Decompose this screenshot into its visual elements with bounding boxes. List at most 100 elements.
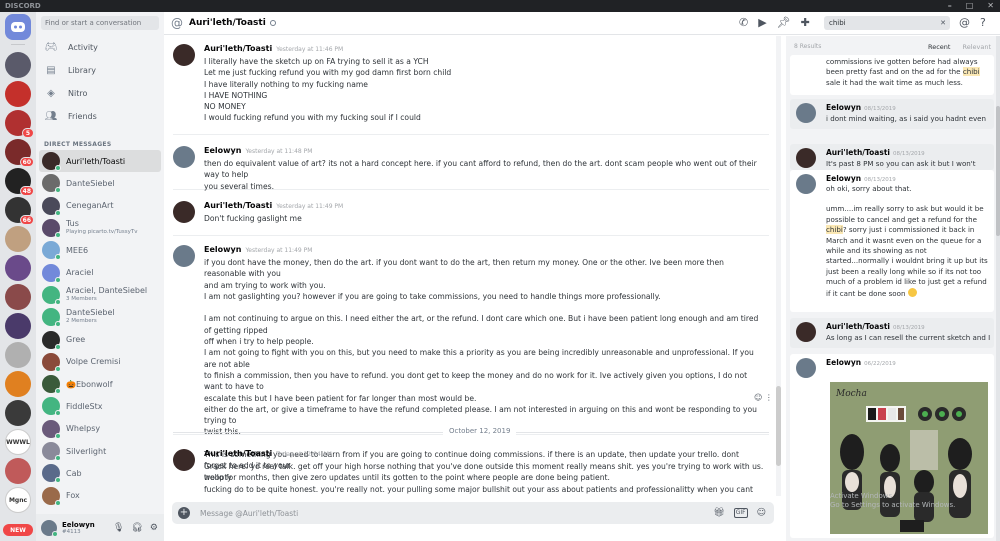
video-icon[interactable]: ▶ [758,16,766,29]
dm-name: Gree [66,335,86,345]
upload-plus-icon[interactable]: + [178,507,190,519]
search-result[interactable]: Eelowyn 08/13/2019 i dont mind waiting, a… [790,99,994,129]
call-icon[interactable]: ✆ [739,16,748,29]
dm-item[interactable]: 🎃Ebonwolf [39,373,161,395]
dm-item[interactable]: Cab [39,462,161,484]
maximize-icon[interactable]: □ [966,0,974,12]
message-actions[interactable]: ☺ ⋮ [754,393,773,402]
server-icon[interactable]: 5 [5,110,34,138]
search-highlight: chibi [962,67,980,77]
status-indicator [55,209,61,216]
server-icon[interactable]: Mgnc [5,487,31,513]
search-result[interactable]: Eelowyn 08/13/2019 oh oki, sorry about th… [790,170,994,312]
message-author[interactable]: Auri'leth/Toasti [204,449,272,458]
server-icon[interactable] [5,81,31,107]
channel-header: @ Auri'leth/Toasti ✆ ▶ 📌︎ ✚ chibi ✕ @ ? [164,12,1000,35]
dm-item[interactable]: Auri'leth/Toasti [39,150,161,173]
server-icon[interactable] [5,458,31,484]
message-composer[interactable]: + Message @Auri'leth/Toasti 🎁︎ GIF ☺ [172,502,774,524]
server-icon[interactable] [5,400,31,426]
clear-search-icon[interactable]: ✕ [940,16,946,30]
message-author[interactable]: Eelowyn [204,245,241,254]
dm-item[interactable]: Fox [39,484,161,506]
avatar[interactable] [173,449,195,471]
tab-recent[interactable]: Recent [928,43,950,51]
gift-icon[interactable]: 🎁︎ [713,508,724,518]
message-input[interactable]: Message @Auri'leth/Toasti [200,509,298,518]
server-icon[interactable] [5,342,31,368]
user-tag: #4113 [62,528,81,535]
server-icon[interactable] [5,52,31,78]
search-input[interactable]: chibi ✕ [824,16,950,30]
server-icon[interactable] [5,255,31,281]
avatar[interactable] [173,201,195,223]
sidebar-item-nitro[interactable]: ◈ Nitro [40,82,160,105]
dm-item[interactable]: DanteSiebel 2 Members [39,306,161,328]
sidebar-item-activity[interactable]: 🎮︎ Activity [40,36,160,59]
avatar[interactable] [41,519,58,537]
status-indicator [55,388,61,395]
gear-icon[interactable]: ⚙ [150,523,158,533]
add-friend-icon[interactable]: ✚ [801,16,810,29]
message-author[interactable]: Eelowyn [204,146,241,155]
search-result[interactable]: Auri'leth/Toasti 08/13/2019 As long as I … [790,318,994,348]
reference-sheet-image[interactable]: Mocha [830,382,988,534]
search-result[interactable]: commissions ive gotten before had always… [790,55,994,95]
dm-subtext: 3 Members [66,295,97,302]
message-separator [173,235,769,236]
results-scrollbar[interactable] [996,36,1000,541]
message-line: I am not gaslighting you? however if you… [204,291,661,301]
server-icon[interactable]: 48 [5,168,34,196]
avatar [42,241,61,261]
status-indicator [55,165,61,172]
dm-item[interactable]: Tus Playing picarto.tv/TussyTv [39,217,161,239]
server-icon[interactable]: 66 [5,197,34,225]
pin-icon[interactable]: 📌︎ [777,16,791,29]
avatar [42,196,61,216]
server-icon[interactable] [5,371,31,397]
headphones-icon[interactable]: 🎧︎ [131,523,142,533]
mention-badge: 66 [19,215,34,225]
avatar[interactable] [173,44,195,66]
avatar [796,174,816,194]
dm-item[interactable]: Araciel [39,261,161,283]
server-icon[interactable]: 60 [5,139,34,167]
message-author[interactable]: Auri'leth/Toasti [204,44,272,53]
message-scrollbar[interactable] [776,36,781,496]
dm-item[interactable]: Whelpsy [39,418,161,440]
emoji-icon[interactable]: ☺ [757,508,766,518]
message-line: I have literally nothing to my fucking n… [204,79,368,89]
user-panel: Eelowyn #4113 🎙︎ 🎧︎ ⚙ [36,514,164,541]
server-icon[interactable] [5,313,31,339]
server-icon[interactable] [5,284,31,310]
server-icon[interactable]: WWWL [5,429,31,455]
gif-icon[interactable]: GIF [733,508,748,518]
help-icon[interactable]: ? [980,16,986,29]
avatar[interactable] [173,146,195,168]
find-conversation-input[interactable]: Find or start a conversation [41,16,159,30]
avatar[interactable] [173,245,195,267]
search-result[interactable]: Auri'leth/Toasti 08/13/2019 It's past 8 P… [790,144,994,170]
home-button[interactable] [5,14,31,40]
dm-item[interactable]: Araciel, DanteSiebel 3 Members [39,284,161,306]
tab-relevant[interactable]: Relevant [962,43,991,51]
search-result[interactable]: Eelowyn 06/22/2019 Mocha [790,354,994,538]
dm-item[interactable]: CeneganArt [39,195,161,217]
dm-item[interactable]: MEE6 [39,239,161,261]
dm-item[interactable]: Gree [39,328,161,350]
dm-item[interactable]: Volpe Cremisi [39,351,161,373]
server-icon[interactable] [5,226,31,252]
new-unreads-pill[interactable]: NEW [3,524,33,536]
dm-item[interactable]: DanteSiebel [39,172,161,194]
dm-item[interactable]: Silverlight [39,440,161,462]
sidebar-item-label: Nitro [68,89,88,98]
result-text: i dont mind waiting, as i said you hadnt… [826,114,987,123]
message-author[interactable]: Auri'leth/Toasti [204,201,272,210]
close-icon[interactable]: ✕ [987,0,994,12]
sidebar-item-friends[interactable]: 👥︎ Friends [40,105,160,128]
sidebar-item-library[interactable]: ▤ Library [40,59,160,82]
mentions-icon[interactable]: @ [959,16,970,29]
minimize-icon[interactable]: – [948,0,952,12]
dm-item[interactable]: FiddleStx [39,395,161,417]
microphone-icon[interactable]: 🎙︎ [113,523,124,533]
